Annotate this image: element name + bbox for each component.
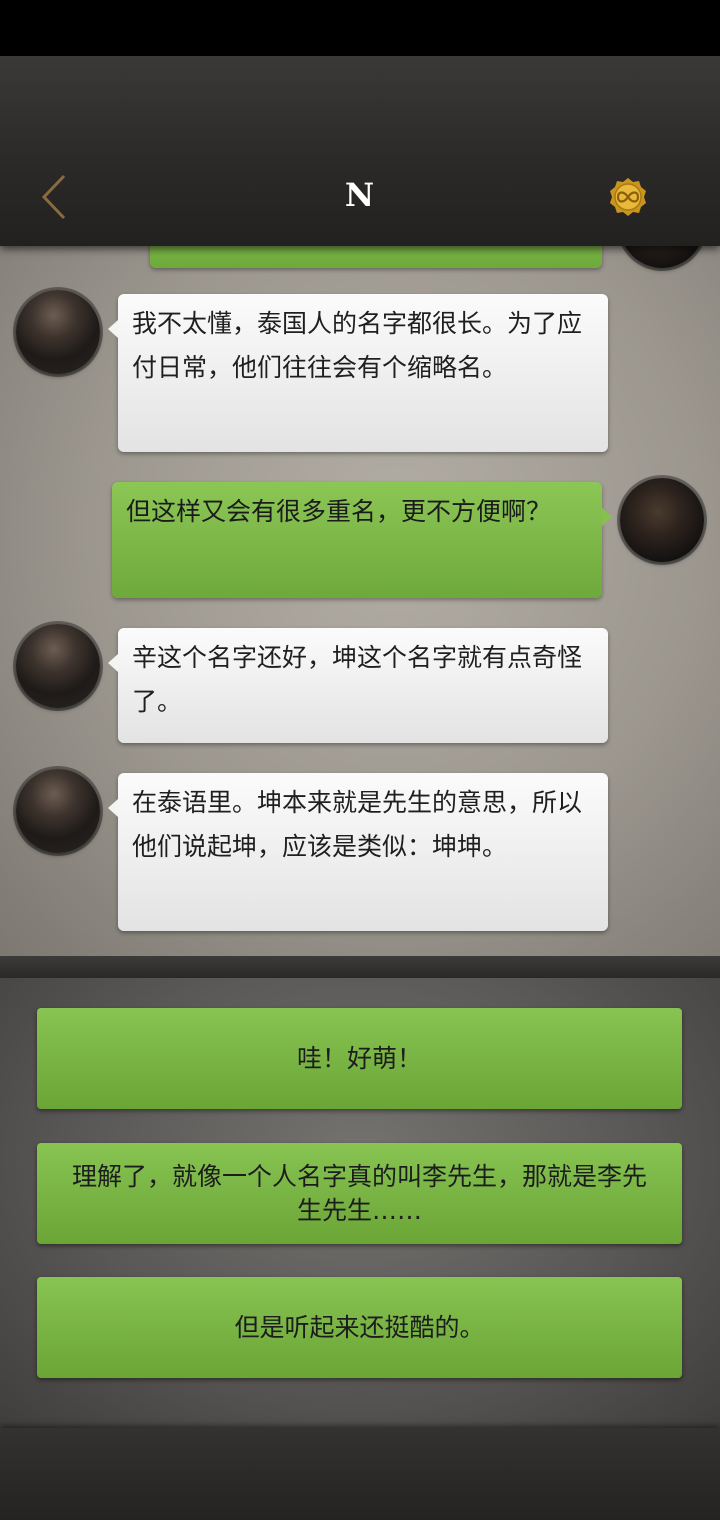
top-bar: N bbox=[0, 56, 720, 246]
reply-option-3[interactable]: 但是听起来还挺酷的。 bbox=[37, 1277, 682, 1378]
message-bubble-incoming: 我不太懂，泰国人的名字都很长。为了应付日常，他们往往会有个缩略名。 bbox=[108, 294, 608, 452]
chat-area[interactable]: 我不太懂，泰国人的名字都很长。为了应付日常，他们往往会有个缩略名。 但这样又会有… bbox=[0, 246, 720, 960]
reply-options-panel: 哇！好萌！ 理解了，就像一个人名字真的叫李先生，那就是李先生先生…… 但是听起来… bbox=[0, 978, 720, 1428]
message-text: 我不太懂，泰国人的名字都很长。为了应付日常，他们往往会有个缩略名。 bbox=[132, 309, 583, 382]
message-bubble-incoming: 在泰语里。坤本来就是先生的意思，所以他们说起坤，应该是类似：坤坤。 bbox=[108, 773, 608, 931]
status-bar bbox=[0, 0, 720, 56]
avatar-contact[interactable] bbox=[16, 624, 100, 708]
avatar-contact[interactable] bbox=[16, 290, 100, 374]
message-bubble-outgoing bbox=[150, 246, 602, 268]
chat-divider bbox=[0, 956, 720, 978]
message-text: 但这样又会有很多重名，更不方便啊？ bbox=[126, 497, 552, 526]
avatar-me[interactable] bbox=[620, 246, 704, 268]
infinity-coin-icon bbox=[610, 178, 646, 216]
reply-option-1[interactable]: 哇！好萌！ bbox=[37, 1008, 682, 1109]
avatar-me[interactable] bbox=[620, 478, 704, 562]
message-bubble-outgoing: 但这样又会有很多重名，更不方便啊？ bbox=[112, 482, 612, 598]
avatar-contact[interactable] bbox=[16, 769, 100, 853]
coin-button[interactable] bbox=[608, 177, 648, 217]
message-bubble-incoming: 辛这个名字还好，坤这个名字就有点奇怪了。 bbox=[108, 628, 608, 743]
reply-option-2[interactable]: 理解了，就像一个人名字真的叫李先生，那就是李先生先生…… bbox=[37, 1143, 682, 1244]
bottom-bar bbox=[0, 1428, 720, 1520]
message-text: 在泰语里。坤本来就是先生的意思，所以他们说起坤，应该是类似：坤坤。 bbox=[132, 788, 583, 861]
message-text: 辛这个名字还好，坤这个名字就有点奇怪了。 bbox=[132, 643, 583, 716]
